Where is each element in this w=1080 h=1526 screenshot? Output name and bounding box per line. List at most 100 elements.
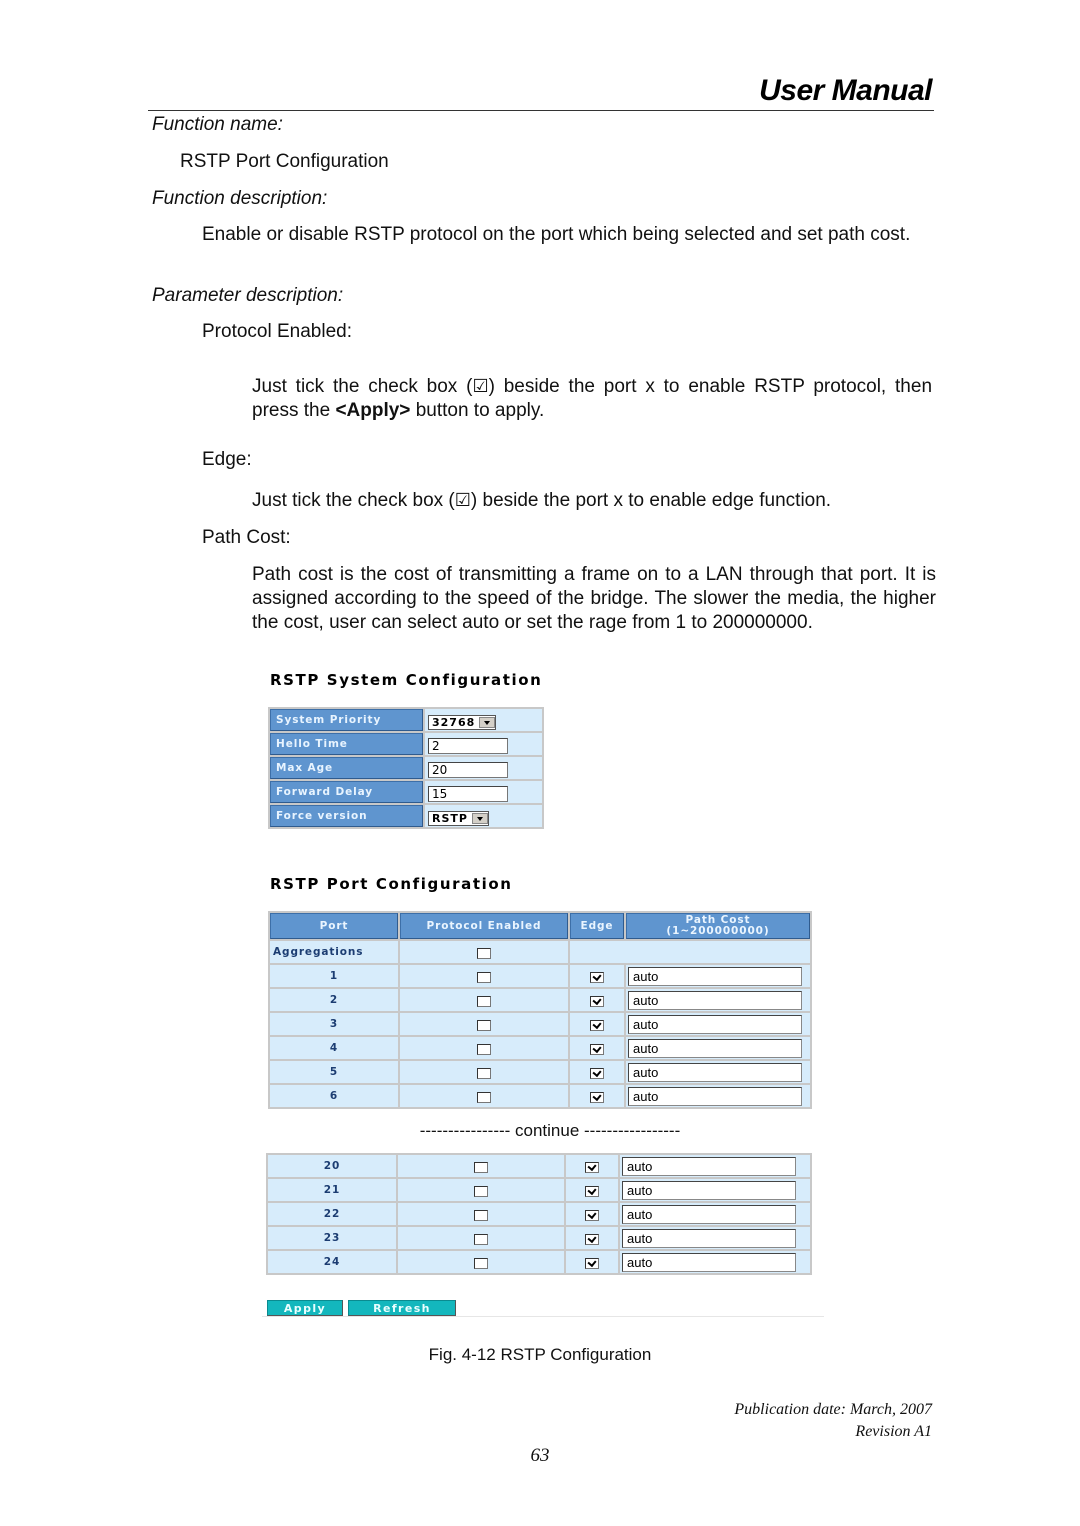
path-cost-input[interactable] [628, 1039, 802, 1058]
path-cost-cell [626, 1013, 810, 1035]
path-cost-description: Path cost is the cost of transmitting a … [252, 564, 936, 633]
system-config-title: RSTP System Configuration [270, 671, 543, 689]
column-header-edge: Edge [570, 913, 624, 939]
text-fragment: Just tick the check box ( [252, 490, 455, 511]
edge-checkbox[interactable] [590, 1019, 604, 1031]
protocol-enabled-checkbox[interactable] [474, 1257, 488, 1269]
path-cost-input[interactable] [628, 1063, 802, 1082]
dropdown-arrow-icon[interactable] [479, 716, 496, 728]
force-version-label: Force version [270, 805, 423, 827]
apply-reference: <Apply> [335, 400, 411, 421]
protocol-enabled-cell [400, 1061, 568, 1083]
port-number: 21 [268, 1179, 396, 1201]
apply-button[interactable]: Apply [267, 1300, 343, 1316]
protocol-enabled-checkbox[interactable] [477, 971, 491, 983]
forward-delay-value-cell [425, 781, 542, 803]
path-cost-input[interactable] [622, 1253, 796, 1272]
edge-checkbox[interactable] [585, 1209, 599, 1221]
protocol-enabled-cell [398, 1179, 564, 1201]
port-number: 6 [270, 1085, 398, 1107]
hello-time-value-cell [425, 733, 542, 755]
port-row: 21 [268, 1179, 810, 1201]
protocol-enabled-checkbox[interactable] [477, 995, 491, 1007]
function-description-label: Function description: [152, 188, 328, 209]
path-cost-input[interactable] [628, 1087, 802, 1106]
hello-time-label: Hello Time [270, 733, 423, 755]
protocol-enabled-checkbox[interactable] [477, 1019, 491, 1031]
path-cost-input[interactable] [628, 967, 802, 986]
edge-checkbox[interactable] [590, 971, 604, 983]
aggregations-empty-cell [570, 941, 810, 963]
aggregations-row: Aggregations [270, 941, 810, 963]
path-cost-input[interactable] [622, 1205, 796, 1224]
edge-checkbox[interactable] [585, 1185, 599, 1197]
forward-delay-label: Forward Delay [270, 781, 423, 803]
refresh-button[interactable]: Refresh [348, 1300, 456, 1316]
protocol-enabled-checkbox[interactable] [474, 1161, 488, 1173]
system-config-row: Forward Delay [270, 781, 542, 803]
continue-separator: ---------------- continue --------------… [419, 1121, 681, 1140]
protocol-enabled-checkbox[interactable] [474, 1233, 488, 1245]
edge-checkbox[interactable] [585, 1161, 599, 1173]
system-config-row: Hello Time [270, 733, 542, 755]
protocol-enabled-checkbox[interactable] [474, 1209, 488, 1221]
protocol-enabled-checkbox[interactable] [477, 1091, 491, 1103]
protocol-enabled-checkbox[interactable] [477, 1067, 491, 1079]
port-row: 2 [270, 989, 810, 1011]
edge-checkbox[interactable] [585, 1233, 599, 1245]
dropdown-arrow-icon[interactable] [471, 812, 488, 824]
path-cost-cell [626, 965, 810, 987]
protocol-enabled-checkbox[interactable] [477, 1043, 491, 1055]
path-cost-input[interactable] [622, 1157, 796, 1176]
checkbox-checked-icon: ☑ [472, 376, 489, 396]
max-age-input[interactable] [428, 761, 508, 778]
edge-cell [566, 1179, 618, 1201]
path-cost-input[interactable] [622, 1181, 796, 1200]
path-cost-header-range: (1~200000000) [666, 925, 770, 937]
system-priority-label: System Priority [270, 709, 423, 731]
edge-checkbox[interactable] [590, 1091, 604, 1103]
forward-delay-input[interactable] [428, 785, 508, 802]
force-version-select[interactable]: RSTP [428, 810, 489, 826]
path-cost-cell [626, 1085, 810, 1107]
path-cost-cell [620, 1179, 810, 1201]
edge-checkbox[interactable] [585, 1257, 599, 1269]
path-cost-input[interactable] [622, 1229, 796, 1248]
hello-time-input[interactable] [428, 737, 508, 754]
port-config-title: RSTP Port Configuration [270, 875, 513, 893]
protocol-enabled-cell [398, 1203, 564, 1225]
protocol-enabled-cell [398, 1251, 564, 1273]
path-cost-input[interactable] [628, 991, 802, 1010]
aggregations-protocol-enabled-checkbox[interactable] [477, 947, 491, 959]
protocol-enabled-cell [398, 1155, 564, 1177]
text-fragment: button to apply. [410, 400, 545, 421]
protocol-enabled-cell [400, 1037, 568, 1059]
page-number: 63 [530, 1445, 550, 1466]
system-priority-value-cell: 32768 [425, 709, 542, 731]
port-number: 5 [270, 1061, 398, 1083]
protocol-enabled-cell [400, 965, 568, 987]
port-config-table-continued: 2021222324 [266, 1153, 812, 1275]
path-cost-cell [626, 989, 810, 1011]
port-row: 24 [268, 1251, 810, 1273]
path-cost-cell [626, 1061, 810, 1083]
path-cost-label: Path Cost: [202, 527, 291, 548]
edge-checkbox[interactable] [590, 1067, 604, 1079]
edge-checkbox[interactable] [590, 1043, 604, 1055]
port-row: 23 [268, 1227, 810, 1249]
path-cost-cell [620, 1203, 810, 1225]
protocol-enabled-cell [398, 1227, 564, 1249]
edge-cell [566, 1155, 618, 1177]
port-number: 1 [270, 965, 398, 987]
system-config-row: Max Age [270, 757, 542, 779]
edge-checkbox[interactable] [590, 995, 604, 1007]
port-number: 20 [268, 1155, 396, 1177]
system-config-row: Force version RSTP [270, 805, 542, 827]
port-number: 24 [268, 1251, 396, 1273]
max-age-label: Max Age [270, 757, 423, 779]
system-priority-select[interactable]: 32768 [428, 714, 497, 730]
protocol-enabled-checkbox[interactable] [474, 1185, 488, 1197]
column-header-path-cost: Path Cost (1~200000000) [626, 913, 810, 939]
path-cost-input[interactable] [628, 1015, 802, 1034]
port-row: 4 [270, 1037, 810, 1059]
